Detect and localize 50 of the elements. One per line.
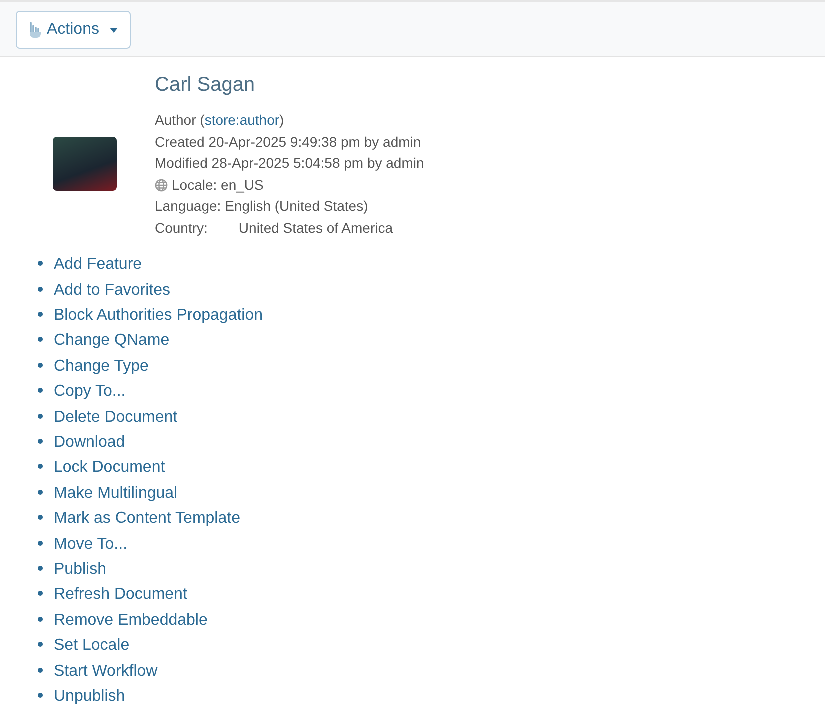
action-link[interactable]: Start Workflow [54, 662, 158, 680]
action-link[interactable]: Make Multilingual [54, 484, 178, 503]
action-link[interactable]: Delete Document [54, 408, 178, 427]
action-link[interactable]: Refresh Document [54, 586, 188, 604]
document-title: Carl Sagan [155, 73, 256, 97]
bullet-icon [38, 642, 43, 648]
bullet-icon [38, 388, 43, 394]
locale-info: Locale: en_US [172, 176, 264, 195]
bullet-icon [38, 414, 43, 419]
bullet-icon [38, 312, 43, 318]
bullet-icon [38, 692, 43, 698]
action-link[interactable]: Set Locale [54, 637, 130, 656]
country-label: Country: [155, 218, 208, 238]
created-info: Created 20-Apr-2025 9:49:38 pm by admin [155, 132, 422, 152]
bullet-icon [38, 566, 43, 571]
document-type: Author (store:author) [155, 111, 284, 130]
action-link[interactable]: Mark as Content Template [54, 510, 240, 528]
modified-info: Modified 28-Apr-2025 5:04:58 pm by admin [155, 154, 424, 174]
action-link[interactable]: Move To... [54, 536, 128, 554]
bullet-icon [38, 438, 43, 444]
bullet-icon [38, 515, 43, 520]
action-link[interactable]: Change Type [54, 358, 149, 376]
hand-icon [29, 22, 42, 38]
globe-icon [155, 179, 168, 192]
bullet-icon [38, 337, 43, 342]
photo-placeholder [53, 137, 117, 192]
type-link[interactable]: store:author [204, 112, 280, 128]
action-link[interactable]: Unpublish [54, 688, 126, 706]
country-value: United States of America [238, 218, 393, 238]
caret-icon [110, 28, 118, 32]
bullet-icon [38, 540, 43, 546]
bullet-icon [38, 286, 43, 292]
action-link[interactable]: Download [54, 434, 126, 452]
action-link[interactable]: Publish [54, 560, 106, 579]
action-link[interactable]: Remove Embeddable [54, 612, 208, 630]
language-info: Language: English (United States) [155, 197, 368, 216]
action-link[interactable]: Block Authorities Propagation [54, 307, 264, 326]
bullet-icon [38, 591, 43, 596]
action-link[interactable]: Add Feature [54, 256, 142, 274]
bullet-icon [38, 362, 43, 368]
action-link[interactable]: Lock Document [54, 459, 166, 478]
bullet-icon [38, 668, 43, 672]
bullet-icon [38, 464, 43, 470]
bullet-icon [38, 616, 43, 622]
actions-button[interactable]: Actions [16, 11, 132, 49]
action-link[interactable]: Add to Favorites [54, 282, 170, 300]
bullet-icon [38, 261, 43, 266]
action-link[interactable]: Copy To... [54, 383, 126, 402]
action-link[interactable]: Change QName [54, 332, 170, 350]
bullet-icon [38, 490, 43, 495]
